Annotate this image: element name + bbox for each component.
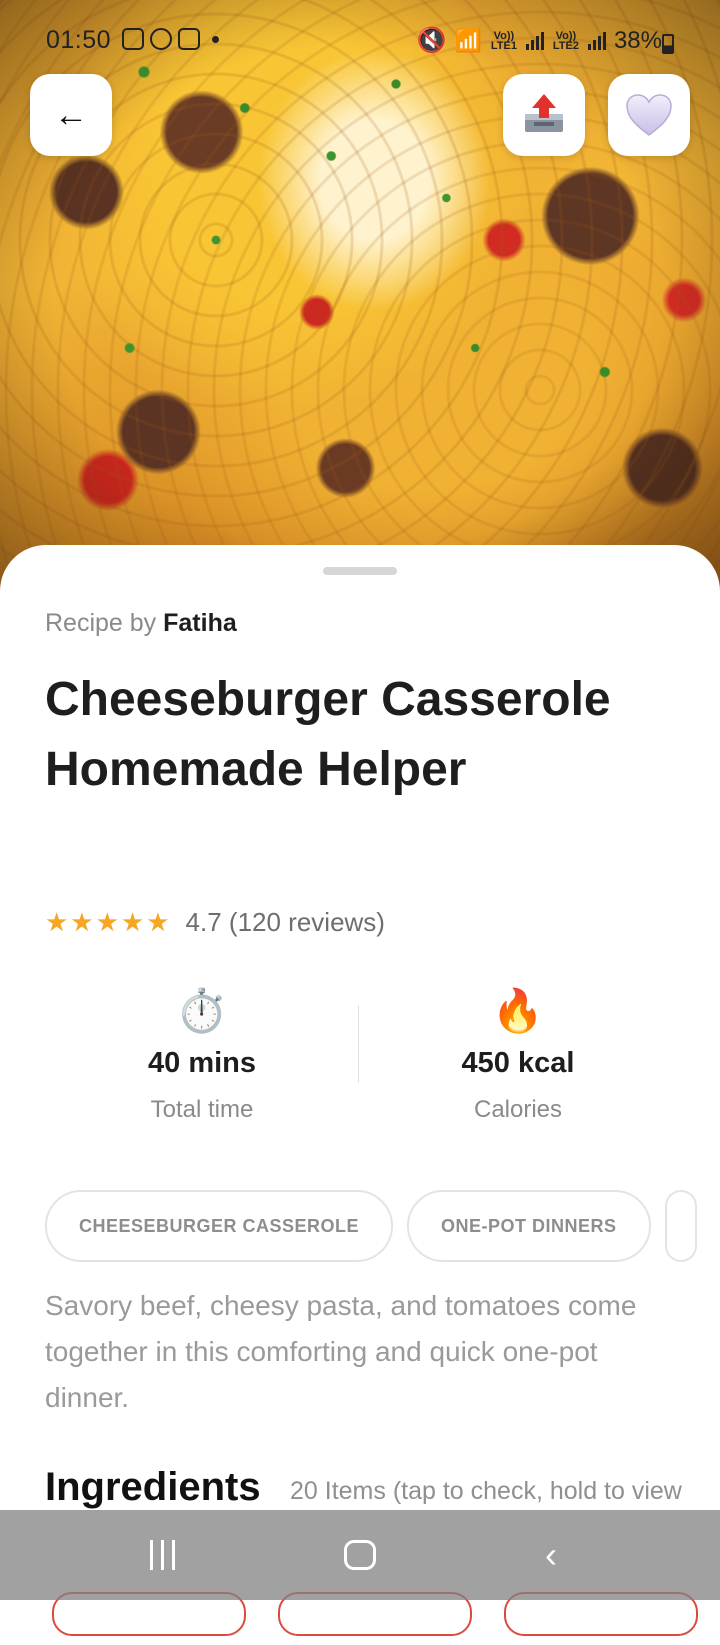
mute-icon: 🔇 — [416, 27, 447, 54]
instagram-icon — [178, 28, 200, 50]
system-icons: 🔇 📶 Vo)) LTE1 Vo)) LTE2 38% — [417, 26, 662, 55]
sim1-signal-icon — [525, 31, 544, 50]
status-bar: 01:50 🔇 📶 Vo)) LTE1 Vo)) LTE2 38% — [0, 22, 720, 62]
sim2-label: Vo)) LTE2 — [552, 29, 579, 52]
total-time-value: 40 mins — [148, 1047, 256, 1079]
stats-divider — [358, 1005, 359, 1083]
battery-icon — [662, 34, 674, 54]
tag-chip-partial[interactable] — [664, 1190, 697, 1262]
recipe-stats: ⏱️ 40 mins Total time 🔥 450 kcal Calorie… — [0, 985, 720, 1125]
gallery-icon — [122, 28, 144, 50]
sheet-drag-handle[interactable] — [323, 567, 397, 575]
sim1-label: Vo)) LTE1 — [490, 29, 517, 52]
system-back-button[interactable]: ‹ — [545, 1537, 585, 1574]
rating-row[interactable]: ★★★★★ 4.7 (120 reviews) — [45, 907, 385, 938]
total-time-label: Total time — [150, 1096, 254, 1123]
recipe-title: Cheeseburger Casserole Homemade Helper — [45, 673, 611, 796]
fire-icon: 🔥 — [491, 987, 545, 1034]
home-button[interactable] — [344, 1540, 376, 1570]
back-arrow-icon: ← — [54, 95, 88, 134]
stopwatch-icon: ⏱️ — [175, 987, 229, 1034]
sim2-signal-icon — [587, 31, 606, 50]
back-button[interactable]: ← — [30, 74, 112, 156]
total-time-stat: ⏱️ 40 mins Total time — [52, 985, 352, 1124]
status-time: 01:50 — [46, 26, 112, 54]
heart-icon — [626, 94, 672, 136]
tag-chip[interactable]: CHEESEBURGER CASSEROLE — [45, 1190, 394, 1262]
author-name[interactable]: Fatiha — [163, 609, 237, 637]
recipe-byline: Recipe by Fatiha — [45, 609, 237, 638]
system-navigation-bar: ‹ — [0, 1510, 720, 1600]
ingredients-heading: Ingredients — [45, 1465, 261, 1509]
share-button[interactable] — [503, 74, 585, 156]
byline-prefix: Recipe by — [45, 609, 157, 637]
more-notifications-icon — [212, 35, 219, 43]
tag-chip[interactable]: ONE-POT DINNERS — [407, 1190, 651, 1262]
calories-value: 450 kcal — [461, 1047, 575, 1079]
calories-stat: 🔥 450 kcal Calories — [368, 985, 668, 1124]
tag-chips: CHEESEBURGER CASSEROLE ONE-POT DINNERS — [45, 1190, 720, 1262]
recipe-details-sheet: Recipe by Fatiha Cheeseburger Casserole … — [0, 545, 720, 1645]
favorite-button[interactable] — [608, 74, 690, 156]
recents-button[interactable] — [142, 1540, 182, 1574]
calories-label: Calories — [473, 1096, 563, 1123]
rating-text: 4.7 (120 reviews) — [185, 907, 385, 937]
wifi-icon: 📶 — [454, 27, 482, 53]
ingredients-count: 20 Items (tap to check, hold to view — [290, 1477, 682, 1505]
star-rating-icon: ★★★★★ — [45, 907, 172, 937]
battery-percent: 38% — [613, 26, 662, 54]
notification-icons — [122, 28, 219, 50]
whatsapp-icon — [150, 28, 172, 50]
outbox-tray-icon — [525, 94, 563, 132]
recipe-description: Savory beef, cheesy pasta, and tomatoes … — [45, 1290, 637, 1413]
